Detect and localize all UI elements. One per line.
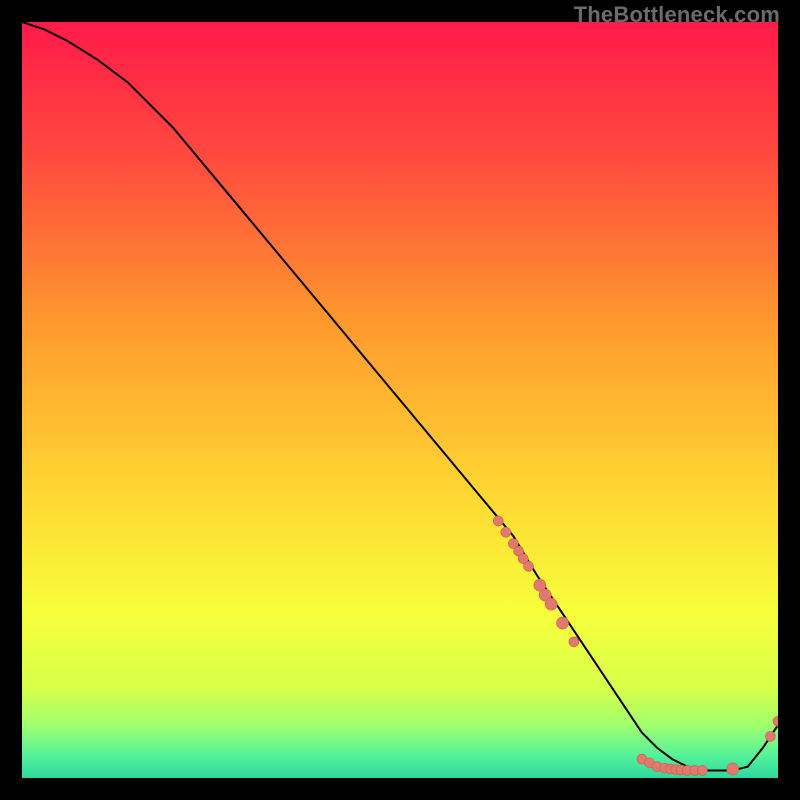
data-marker xyxy=(727,763,739,775)
data-marker xyxy=(557,617,569,629)
plot-area xyxy=(22,22,778,778)
data-marker xyxy=(765,731,775,741)
data-marker xyxy=(493,516,503,526)
data-marker xyxy=(569,637,579,647)
data-marker xyxy=(524,561,534,571)
data-marker xyxy=(501,527,511,537)
data-marker xyxy=(697,765,707,775)
data-marker xyxy=(545,598,557,610)
chart-frame: TheBottleneck.com xyxy=(0,0,800,800)
chart-svg xyxy=(22,22,778,778)
